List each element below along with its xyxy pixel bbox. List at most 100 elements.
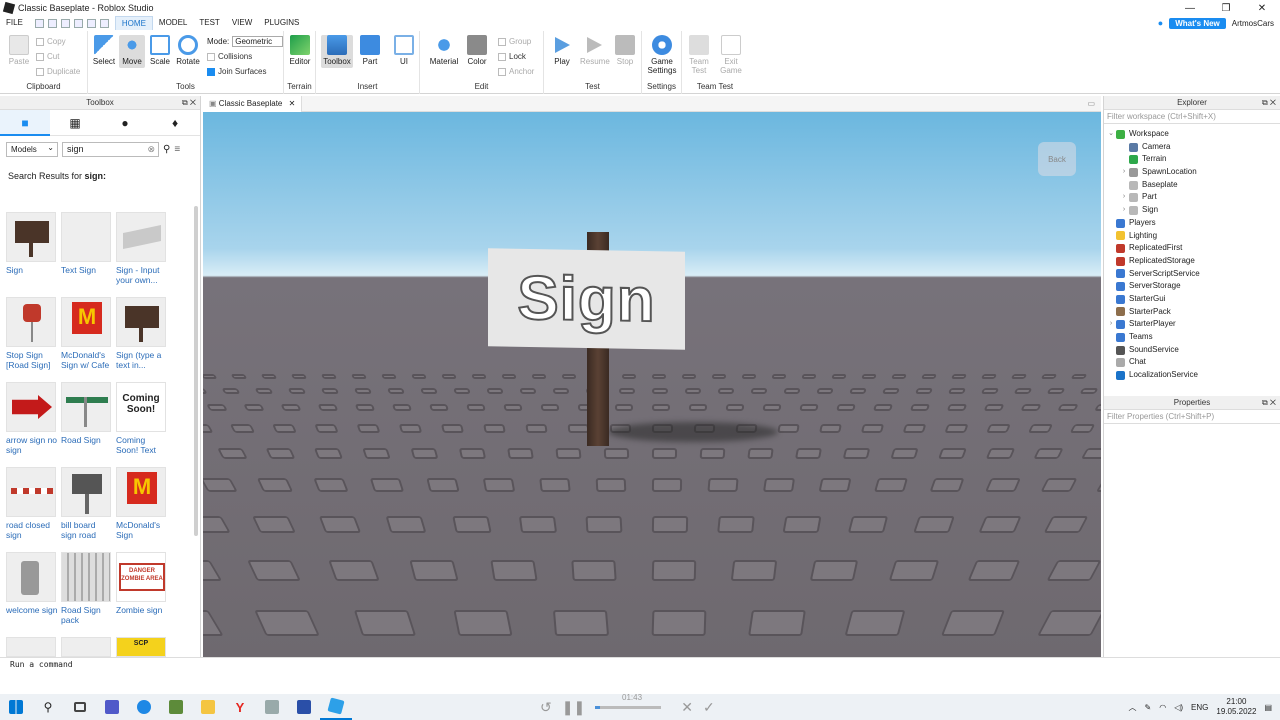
list-item[interactable]: Coming Soon! Coming Soon! Text (116, 382, 168, 457)
panel-close-icon[interactable]: ⧉ ✕ (1262, 96, 1276, 110)
yandex-app[interactable]: Y (224, 694, 256, 720)
scale-tool-button[interactable]: Scale (147, 35, 173, 66)
anchor-button[interactable]: Anchor (498, 67, 534, 76)
volume-icon[interactable]: ◁) (1174, 703, 1183, 712)
save-icon[interactable] (73, 18, 83, 28)
join-surfaces-toggle[interactable]: Join Surfaces (207, 67, 266, 76)
select-tool-button[interactable]: Select (91, 35, 117, 66)
duplicate-button[interactable]: Duplicate (36, 67, 80, 76)
play-button[interactable]: Play (549, 35, 575, 66)
redo-icon[interactable] (99, 18, 109, 28)
tab-recent[interactable]: ● (100, 110, 150, 136)
stop-button[interactable]: Stop (612, 35, 638, 66)
mode-dropdown[interactable]: Geometric (232, 36, 284, 47)
list-item[interactable]: M McDonald's Sign w/ Cafe (61, 297, 113, 372)
list-item[interactable]: welcome sign (6, 552, 58, 627)
tree-node[interactable]: ServerStorage (1104, 280, 1280, 293)
list-item[interactable]: DANGER ZOMBIE AREA Zombie sign (116, 552, 168, 627)
copy-button[interactable]: Copy (36, 37, 66, 46)
collisions-checkbox[interactable] (207, 52, 215, 61)
toolbox-scrollbar[interactable] (194, 206, 198, 536)
color-button[interactable]: Color (464, 35, 490, 66)
expand-chevron-icon[interactable]: › (1119, 204, 1129, 217)
list-item[interactable]: Road Sign pack (61, 552, 113, 627)
search-button[interactable]: ⚲ (32, 694, 64, 720)
undo-icon[interactable] (86, 18, 96, 28)
steam-app[interactable] (288, 694, 320, 720)
terrain-editor-button[interactable]: Editor (287, 35, 313, 66)
list-item[interactable]: Text Sign (61, 212, 113, 287)
expand-chevron-icon[interactable]: › (1119, 191, 1129, 204)
tree-node[interactable]: Players (1104, 217, 1280, 230)
explorer-filter-input[interactable]: Filter workspace (Ctrl+Shift+X) (1104, 110, 1280, 124)
edge-app[interactable] (128, 694, 160, 720)
tab-marketplace[interactable]: ■ (0, 109, 50, 136)
replay-icon[interactable]: ↺ (540, 699, 552, 716)
user-name[interactable]: ArtmosCars (1232, 19, 1274, 28)
menu-file[interactable]: FILE (0, 16, 29, 30)
file-explorer-app[interactable] (192, 694, 224, 720)
3d-scene[interactable]: Sign Back (203, 112, 1101, 657)
list-item[interactable]: Stop Sign [Road Sign] (6, 297, 58, 372)
tree-node[interactable]: StarterGui (1104, 293, 1280, 306)
tree-node[interactable]: ReplicatedStorage (1104, 255, 1280, 268)
lock-button[interactable]: Lock (498, 52, 526, 61)
tree-node[interactable]: Camera (1104, 141, 1280, 154)
search-icon[interactable]: ⚲ (163, 144, 170, 155)
whats-new-button[interactable]: What's New (1169, 17, 1226, 29)
publish-icon[interactable] (60, 18, 70, 28)
notifications-icon[interactable]: ● (1158, 18, 1163, 28)
join-surfaces-checkbox[interactable] (207, 67, 215, 76)
pause-icon[interactable]: ❚❚ (562, 699, 585, 716)
tree-node[interactable]: › Part (1104, 191, 1280, 204)
tree-node[interactable]: LocalizationService (1104, 369, 1280, 382)
tree-node[interactable]: › SpawnLocation (1104, 166, 1280, 179)
mode-select[interactable]: Mode: Geometric (207, 36, 284, 47)
menu-home[interactable]: HOME (114, 16, 153, 30)
close-icon[interactable]: ✕ (1244, 3, 1280, 14)
teams-app[interactable] (96, 694, 128, 720)
notification-center-icon[interactable]: ▤ (1264, 703, 1272, 712)
clock[interactable]: 21:00 19.05.2022 (1216, 697, 1256, 717)
collisions-toggle[interactable]: Collisions (207, 52, 252, 61)
view-selector-back[interactable]: Back (1038, 142, 1076, 176)
tree-node[interactable]: Baseplate (1104, 179, 1280, 192)
tree-node[interactable]: SoundService (1104, 344, 1280, 357)
tree-node[interactable]: › StarterPlayer (1104, 318, 1280, 331)
list-item[interactable]: road closed sign (6, 467, 58, 542)
list-item[interactable]: arrow sign no sign (6, 382, 58, 457)
toolbox-button[interactable]: Toolbox (321, 35, 353, 68)
tree-node[interactable]: Teams (1104, 331, 1280, 344)
command-bar[interactable]: Run a command (0, 657, 1280, 672)
chevron-up-icon[interactable]: ︿ (1129, 702, 1137, 713)
expand-chevron-icon[interactable]: › (1106, 318, 1116, 331)
toolbox-search-input[interactable]: sign ⊗ (62, 142, 159, 157)
clear-search-icon[interactable]: ⊗ (147, 143, 155, 156)
roblox-studio-app[interactable] (320, 694, 352, 720)
tree-node[interactable]: Chat (1104, 356, 1280, 369)
list-item[interactable]: Road Sign (61, 382, 113, 457)
open-file-icon[interactable] (47, 18, 57, 28)
tab-classic-baseplate[interactable]: ▣ Classic Baseplate ✕ (203, 95, 303, 112)
cancel-icon[interactable]: ✕ (681, 699, 693, 716)
list-item[interactable]: M McDonald's Sign (116, 467, 168, 542)
panel-close-icon[interactable]: ⧉ ✕ (1262, 396, 1276, 410)
move-tool-button[interactable]: Move (119, 35, 145, 68)
start-button[interactable] (0, 694, 32, 720)
wifi-icon[interactable]: ◠ (1159, 703, 1166, 712)
menu-test[interactable]: TEST (193, 16, 225, 30)
part-button[interactable]: Part (357, 35, 383, 66)
task-view-button[interactable] (64, 694, 96, 720)
sign-board[interactable]: Sign (488, 248, 685, 350)
tab-creations[interactable]: ♦ (150, 110, 200, 136)
minecraft-app[interactable] (160, 694, 192, 720)
tree-node[interactable]: Terrain (1104, 153, 1280, 166)
group-button[interactable]: Group (498, 37, 531, 46)
panel-close-icon[interactable]: ⧉ ✕ (182, 96, 196, 110)
tab-close-icon[interactable]: ✕ (289, 99, 296, 108)
pen-tray-icon[interactable]: ✎ (1145, 703, 1152, 712)
list-item[interactable]: bill board sign road (61, 467, 113, 542)
list-item[interactable]: Sign (6, 212, 58, 287)
list-item[interactable] (61, 637, 113, 657)
resume-button[interactable]: Resume (580, 35, 610, 66)
